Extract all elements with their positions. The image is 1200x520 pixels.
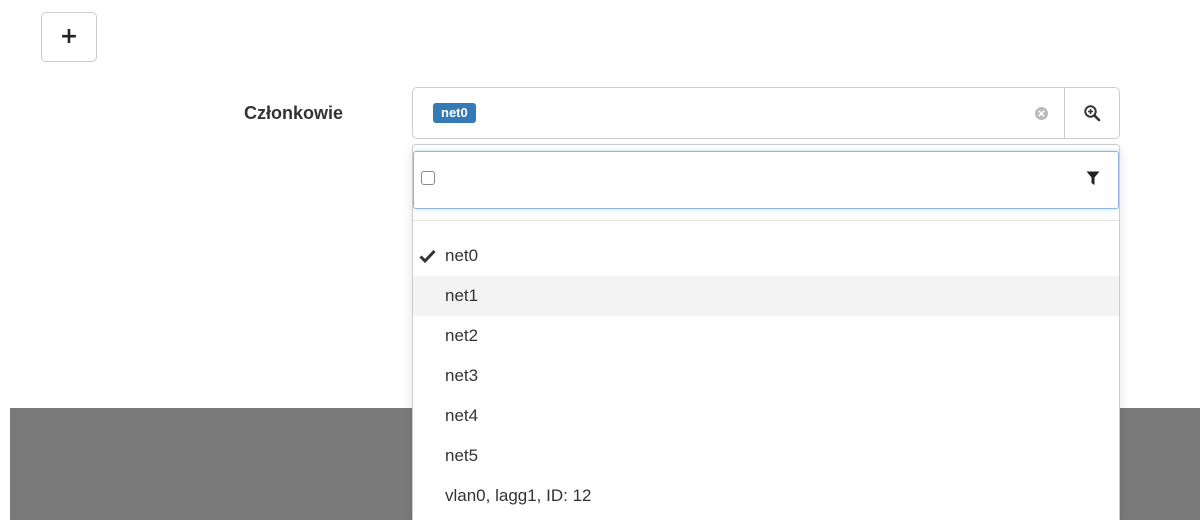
members-select[interactable]: net0: [412, 87, 1065, 139]
option-label: net2: [445, 326, 479, 345]
option-label: net1: [445, 286, 479, 305]
page: + Członkowie net0 net0 net1 net2 net3 ne…: [0, 0, 1200, 520]
option-label: vlan0, lagg1, ID: 12: [445, 486, 592, 505]
option-label: net5: [445, 446, 479, 465]
option-net3[interactable]: net3: [413, 356, 1119, 396]
filter-divider: [413, 220, 1119, 221]
clear-icon[interactable]: [1035, 107, 1048, 120]
option-net2[interactable]: net2: [413, 316, 1119, 356]
checkmark-icon: [419, 249, 436, 263]
selected-tag-net0: net0: [433, 103, 476, 123]
plus-icon: +: [59, 24, 79, 49]
option-label: net4: [445, 406, 479, 425]
option-net5[interactable]: net5: [413, 436, 1119, 476]
option-label: net3: [445, 366, 479, 385]
funnel-icon[interactable]: [1086, 171, 1100, 186]
option-net0[interactable]: net0: [413, 236, 1119, 276]
filter-input[interactable]: [413, 151, 1119, 209]
zoom-button[interactable]: [1064, 87, 1120, 139]
option-net1[interactable]: net1: [413, 276, 1119, 316]
zoom-in-icon: [1084, 105, 1101, 122]
members-dropdown: net0 net1 net2 net3 net4 net5 vlan0, lag…: [412, 144, 1120, 520]
options-list: net0 net1 net2 net3 net4 net5 vlan0, lag…: [413, 236, 1119, 516]
option-net4[interactable]: net4: [413, 396, 1119, 436]
members-label: Członkowie: [244, 103, 344, 123]
option-label: net0: [445, 246, 479, 265]
option-vlan0[interactable]: vlan0, lagg1, ID: 12: [413, 476, 1119, 516]
select-all-checkbox[interactable]: [421, 171, 435, 185]
add-button[interactable]: +: [41, 12, 97, 62]
